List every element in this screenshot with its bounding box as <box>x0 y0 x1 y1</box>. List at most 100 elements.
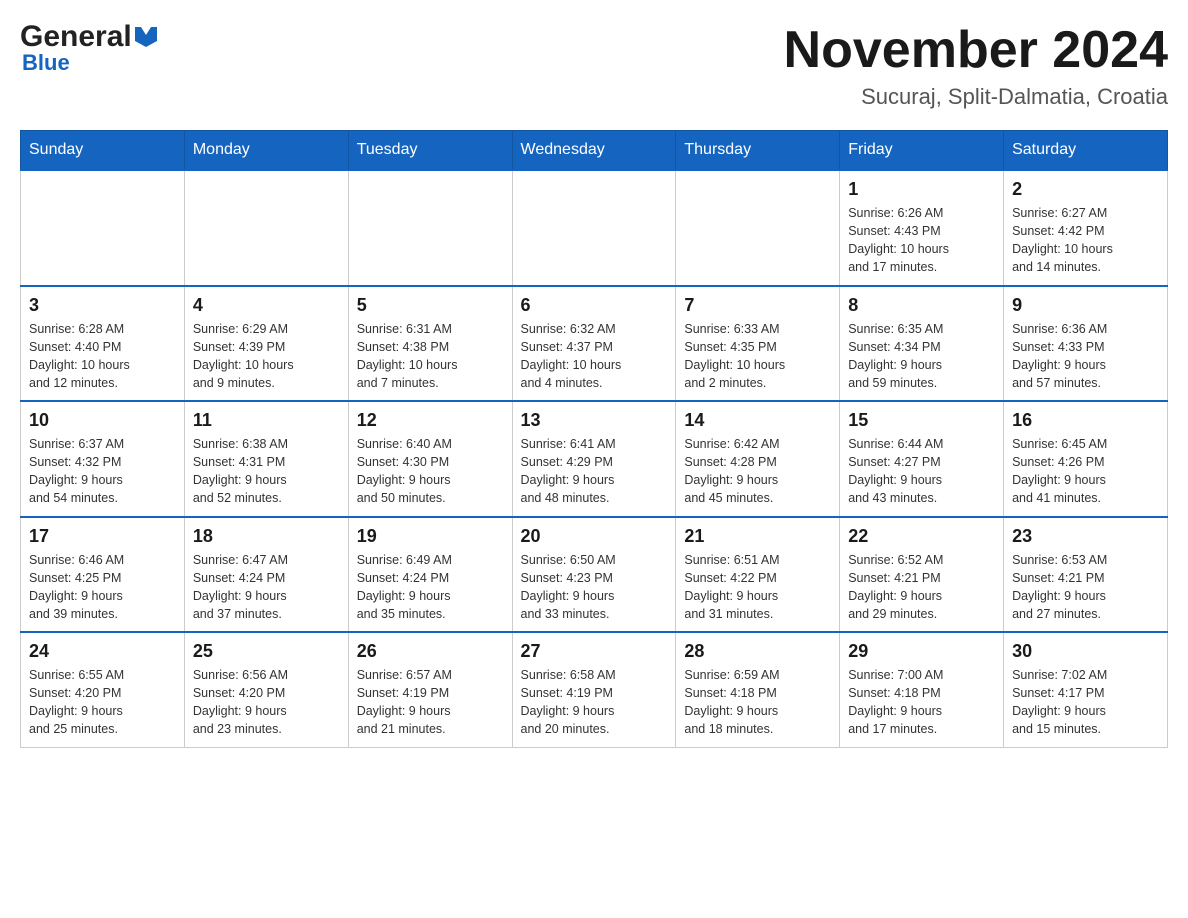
logo: General Blue <box>20 20 157 76</box>
day-info: Sunrise: 6:40 AMSunset: 4:30 PMDaylight:… <box>357 435 504 508</box>
day-number: 23 <box>1012 526 1159 547</box>
day-info: Sunrise: 7:02 AMSunset: 4:17 PMDaylight:… <box>1012 666 1159 739</box>
day-info: Sunrise: 7:00 AMSunset: 4:18 PMDaylight:… <box>848 666 995 739</box>
day-info: Sunrise: 6:45 AMSunset: 4:26 PMDaylight:… <box>1012 435 1159 508</box>
calendar-cell: 11 Sunrise: 6:38 AMSunset: 4:31 PMDayligh… <box>184 401 348 517</box>
day-number: 2 <box>1012 179 1159 200</box>
day-info: Sunrise: 6:29 AMSunset: 4:39 PMDaylight:… <box>193 320 340 393</box>
title-block: November 2024 Sucuraj, Split-Dalmatia, C… <box>784 20 1168 110</box>
calendar-cell: 8 Sunrise: 6:35 AMSunset: 4:34 PMDaylight… <box>840 286 1004 402</box>
day-info: Sunrise: 6:31 AMSunset: 4:38 PMDaylight:… <box>357 320 504 393</box>
day-info: Sunrise: 6:38 AMSunset: 4:31 PMDaylight:… <box>193 435 340 508</box>
column-header-tuesday: Tuesday <box>348 131 512 171</box>
day-number: 27 <box>521 641 668 662</box>
calendar-cell: 18Sunrise: 6:47 AMSunset: 4:24 PMDayligh… <box>184 517 348 633</box>
day-number: 28 <box>684 641 831 662</box>
calendar-week-1: 1 Sunrise: 6:26 AMSunset: 4:43 PMDaylight… <box>21 170 1168 286</box>
day-info: Sunrise: 6:50 AMSunset: 4:23 PMDaylight:… <box>521 551 668 624</box>
calendar-cell: 28 Sunrise: 6:59 AMSunset: 4:18 PMDayligh… <box>676 632 840 747</box>
calendar-cell: 7Sunrise: 6:33 AMSunset: 4:35 PMDaylight… <box>676 286 840 402</box>
column-header-saturday: Saturday <box>1004 131 1168 171</box>
location-title: Sucuraj, Split-Dalmatia, Croatia <box>784 84 1168 110</box>
column-header-thursday: Thursday <box>676 131 840 171</box>
day-info: Sunrise: 6:27 AMSunset: 4:42 PMDaylight:… <box>1012 204 1159 277</box>
day-number: 4 <box>193 295 340 316</box>
calendar-cell: 25Sunrise: 6:56 AMSunset: 4:20 PMDayligh… <box>184 632 348 747</box>
logo-arrow-icon <box>135 27 157 47</box>
day-number: 30 <box>1012 641 1159 662</box>
calendar-cell: 21 Sunrise: 6:51 AMSunset: 4:22 PMDayligh… <box>676 517 840 633</box>
calendar-cell: 13 Sunrise: 6:41 AMSunset: 4:29 PMDayligh… <box>512 401 676 517</box>
day-number: 20 <box>521 526 668 547</box>
day-info: Sunrise: 6:37 AMSunset: 4:32 PMDaylight:… <box>29 435 176 508</box>
day-info: Sunrise: 6:52 AMSunset: 4:21 PMDaylight:… <box>848 551 995 624</box>
calendar-cell: 1 Sunrise: 6:26 AMSunset: 4:43 PMDaylight… <box>840 170 1004 286</box>
calendar-cell: 10 Sunrise: 6:37 AMSunset: 4:32 PMDayligh… <box>21 401 185 517</box>
calendar-cell: 4 Sunrise: 6:29 AMSunset: 4:39 PMDaylight… <box>184 286 348 402</box>
day-info: Sunrise: 6:28 AMSunset: 4:40 PMDaylight:… <box>29 320 176 393</box>
calendar-cell: 3 Sunrise: 6:28 AMSunset: 4:40 PMDaylight… <box>21 286 185 402</box>
calendar-cell: 2 Sunrise: 6:27 AMSunset: 4:42 PMDaylight… <box>1004 170 1168 286</box>
day-info: Sunrise: 6:49 AMSunset: 4:24 PMDaylight:… <box>357 551 504 624</box>
column-header-friday: Friday <box>840 131 1004 171</box>
calendar-cell: 16 Sunrise: 6:45 AMSunset: 4:26 PMDayligh… <box>1004 401 1168 517</box>
day-info: Sunrise: 6:35 AMSunset: 4:34 PMDaylight:… <box>848 320 995 393</box>
day-number: 8 <box>848 295 995 316</box>
day-number: 16 <box>1012 410 1159 431</box>
day-number: 29 <box>848 641 995 662</box>
day-number: 1 <box>848 179 995 200</box>
day-info: Sunrise: 6:32 AMSunset: 4:37 PMDaylight:… <box>521 320 668 393</box>
day-number: 9 <box>1012 295 1159 316</box>
day-number: 12 <box>357 410 504 431</box>
month-title: November 2024 <box>784 20 1168 80</box>
calendar-week-5: 24Sunrise: 6:55 AMSunset: 4:20 PMDayligh… <box>21 632 1168 747</box>
calendar-cell: 17Sunrise: 6:46 AMSunset: 4:25 PMDayligh… <box>21 517 185 633</box>
calendar-cell: 19 Sunrise: 6:49 AMSunset: 4:24 PMDayligh… <box>348 517 512 633</box>
calendar-table: SundayMondayTuesdayWednesdayThursdayFrid… <box>20 130 1168 748</box>
column-header-monday: Monday <box>184 131 348 171</box>
day-number: 26 <box>357 641 504 662</box>
calendar-cell: 20 Sunrise: 6:50 AMSunset: 4:23 PMDayligh… <box>512 517 676 633</box>
day-number: 5 <box>357 295 504 316</box>
calendar-cell: 9 Sunrise: 6:36 AMSunset: 4:33 PMDaylight… <box>1004 286 1168 402</box>
calendar-cell: 29 Sunrise: 7:00 AMSunset: 4:18 PMDayligh… <box>840 632 1004 747</box>
calendar-cell <box>676 170 840 286</box>
calendar-cell <box>184 170 348 286</box>
day-info: Sunrise: 6:51 AMSunset: 4:22 PMDaylight:… <box>684 551 831 624</box>
day-number: 11 <box>193 410 340 431</box>
day-number: 13 <box>521 410 668 431</box>
day-number: 22 <box>848 526 995 547</box>
calendar-cell <box>512 170 676 286</box>
calendar-week-3: 10 Sunrise: 6:37 AMSunset: 4:32 PMDayligh… <box>21 401 1168 517</box>
calendar-cell: 26 Sunrise: 6:57 AMSunset: 4:19 PMDayligh… <box>348 632 512 747</box>
day-number: 19 <box>357 526 504 547</box>
day-number: 6 <box>521 295 668 316</box>
day-info: Sunrise: 6:26 AMSunset: 4:43 PMDaylight:… <box>848 204 995 277</box>
day-number: 15 <box>848 410 995 431</box>
day-info: Sunrise: 6:42 AMSunset: 4:28 PMDaylight:… <box>684 435 831 508</box>
day-info: Sunrise: 6:36 AMSunset: 4:33 PMDaylight:… <box>1012 320 1159 393</box>
day-number: 17 <box>29 526 176 547</box>
day-info: Sunrise: 6:44 AMSunset: 4:27 PMDaylight:… <box>848 435 995 508</box>
column-header-sunday: Sunday <box>21 131 185 171</box>
calendar-cell: 24Sunrise: 6:55 AMSunset: 4:20 PMDayligh… <box>21 632 185 747</box>
calendar-cell: 5 Sunrise: 6:31 AMSunset: 4:38 PMDaylight… <box>348 286 512 402</box>
day-number: 14 <box>684 410 831 431</box>
day-number: 3 <box>29 295 176 316</box>
calendar-cell: 30 Sunrise: 7:02 AMSunset: 4:17 PMDayligh… <box>1004 632 1168 747</box>
day-number: 24 <box>29 641 176 662</box>
day-info: Sunrise: 6:57 AMSunset: 4:19 PMDaylight:… <box>357 666 504 739</box>
calendar-cell: 27Sunrise: 6:58 AMSunset: 4:19 PMDayligh… <box>512 632 676 747</box>
day-number: 21 <box>684 526 831 547</box>
calendar-cell <box>348 170 512 286</box>
day-info: Sunrise: 6:33 AMSunset: 4:35 PMDaylight:… <box>684 320 831 393</box>
day-info: Sunrise: 6:56 AMSunset: 4:20 PMDaylight:… <box>193 666 340 739</box>
day-info: Sunrise: 6:41 AMSunset: 4:29 PMDaylight:… <box>521 435 668 508</box>
logo-general-text: General <box>20 20 132 54</box>
calendar-header-row: SundayMondayTuesdayWednesdayThursdayFrid… <box>21 131 1168 171</box>
calendar-cell <box>21 170 185 286</box>
calendar-cell: 15 Sunrise: 6:44 AMSunset: 4:27 PMDayligh… <box>840 401 1004 517</box>
day-info: Sunrise: 6:59 AMSunset: 4:18 PMDaylight:… <box>684 666 831 739</box>
calendar-week-2: 3 Sunrise: 6:28 AMSunset: 4:40 PMDaylight… <box>21 286 1168 402</box>
day-number: 10 <box>29 410 176 431</box>
